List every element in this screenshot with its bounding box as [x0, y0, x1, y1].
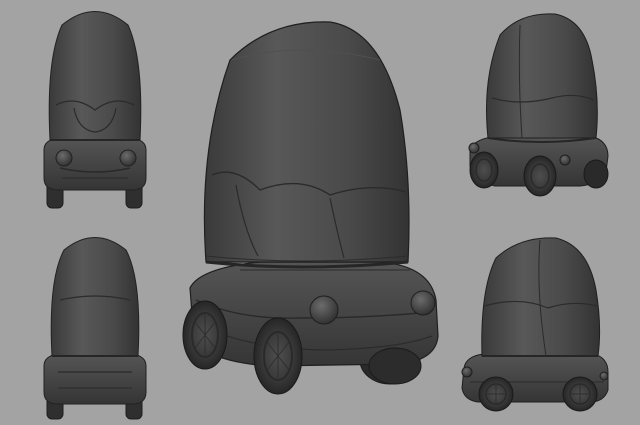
model-render-canvas — [43, 11, 609, 420]
side-front-wheel — [478, 376, 514, 412]
front-left-wheel-top — [523, 155, 557, 197]
rear-left-wheel-top — [469, 151, 499, 189]
front-left-wheel — [182, 300, 228, 370]
back-view-model — [43, 237, 147, 420]
side-rear-wheel — [562, 376, 598, 412]
rear-three-quarter-view-model — [468, 13, 609, 197]
front-view-model — [43, 11, 147, 209]
perspective-view-model — [182, 21, 439, 395]
side-view-model — [461, 237, 609, 412]
3d-model-viewport — [0, 0, 640, 425]
rear-left-wheel — [253, 317, 303, 395]
